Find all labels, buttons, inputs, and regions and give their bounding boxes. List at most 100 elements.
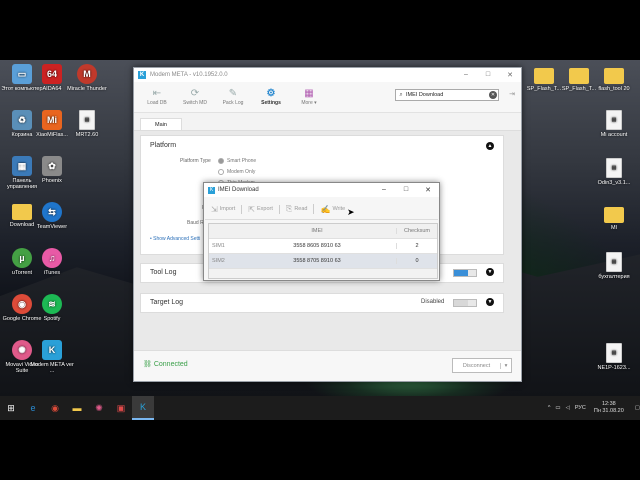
table-row[interactable]: SIM2 3558 8705 8910 63 0: [209, 254, 437, 269]
settings-label: Settings: [261, 100, 281, 106]
show-advanced-link[interactable]: • Show Advanced Setti: [150, 236, 200, 242]
chevron-down-icon[interactable]: ▼: [486, 298, 494, 306]
screen-recorder-taskbar-icon[interactable]: ▣: [110, 396, 132, 420]
write-label: Write: [332, 206, 346, 212]
miracle-thunder-icon[interactable]: M Miracle Thunder: [65, 64, 109, 92]
modem-meta-icon[interactable]: K Modem META ver ...: [30, 340, 74, 374]
volume-icon[interactable]: ◁: [566, 405, 570, 411]
window-title: Modem META - v10.1952.0.0: [150, 72, 228, 78]
spotify-icon[interactable]: ≋ Spotify: [30, 294, 74, 322]
switch-md-button[interactable]: ⟳ Switch MD: [176, 88, 214, 106]
movavi-taskbar-icon[interactable]: ✺: [88, 396, 110, 420]
column-header-checksum: Checksum: [396, 228, 437, 234]
chrome-taskbar-icon[interactable]: ◉: [44, 396, 66, 420]
more-button[interactable]: ▦ More ▾: [290, 88, 328, 106]
chevron-down-icon[interactable]: ▾: [500, 362, 511, 369]
load-db-icon: ⇤: [152, 88, 162, 99]
dialog-app-icon: K: [208, 186, 215, 194]
radio-modem-only[interactable]: [218, 169, 224, 175]
language-indicator[interactable]: РУС: [575, 405, 586, 411]
teamviewer-label: TeamViewer: [36, 224, 68, 230]
app-icon: K: [138, 71, 146, 79]
imei-cell[interactable]: 3558 8705 8910 63: [238, 258, 396, 264]
tool-log-toggle[interactable]: [453, 269, 477, 277]
modem-only-label: Modem Only: [227, 169, 256, 175]
import-button[interactable]: ⇲ Import: [205, 204, 243, 214]
odin-glyph: ▤: [606, 158, 622, 178]
edge-taskbar-icon[interactable]: e: [22, 396, 44, 420]
chevron-down-icon[interactable]: ▼: [486, 268, 494, 276]
side-panel-icon[interactable]: ⇥: [509, 90, 515, 98]
show-hidden-icons-icon[interactable]: ^: [548, 405, 551, 411]
mi-folder-glyph: [604, 207, 624, 223]
flash-tool-icon[interactable]: flash_tool 20: [592, 66, 636, 92]
accounting-icon[interactable]: ▤ бухгалтерия: [592, 252, 636, 280]
mi-folder-icon[interactable]: MI: [592, 205, 636, 231]
network-icon[interactable]: ▭: [555, 405, 560, 411]
platform-type-label: Platform Type: [180, 158, 211, 164]
sim-label: SIM1: [212, 243, 225, 249]
itunes-icon[interactable]: ♫ iTunes: [30, 248, 74, 276]
maximize-button[interactable]: □: [477, 71, 499, 79]
chevron-up-icon[interactable]: ▲: [486, 142, 494, 150]
radio-smart-phone[interactable]: [218, 158, 224, 164]
dialog-minimize-button[interactable]: –: [373, 186, 395, 194]
table-header: IMEI Checksum: [209, 224, 437, 239]
recycle-bin-glyph: ♻: [12, 110, 32, 130]
odin-icon[interactable]: ▤ Odin3_v3.1...: [592, 158, 636, 186]
ne1p-icon[interactable]: ▤ NE1P-1623...: [592, 343, 636, 371]
accounting-glyph: ▤: [606, 252, 622, 272]
read-button[interactable]: ⎘ Read: [280, 204, 315, 214]
teamviewer-icon[interactable]: ⇆ TeamViewer: [30, 202, 74, 230]
target-log-toggle[interactable]: [453, 299, 477, 307]
spotify-label: Spotify: [43, 316, 61, 322]
export-button[interactable]: ⇱ Export: [242, 204, 280, 214]
load-db-button[interactable]: ⇤ Load DB: [138, 88, 176, 106]
clock-time: 12:38: [601, 401, 616, 407]
imei-cell[interactable]: 3558 8605 8910 63: [238, 243, 396, 249]
search-input[interactable]: ⌕ IMEI Download ✕: [395, 89, 499, 101]
sp-flash-2-glyph: [569, 68, 589, 84]
flash-tool-label: flash_tool 20: [598, 86, 630, 92]
notifications-icon[interactable]: ▢: [635, 405, 640, 411]
flash-tool-glyph: [604, 68, 624, 84]
read-icon: ⎘: [285, 204, 293, 213]
horizontal-scrollbar[interactable]: [209, 269, 437, 278]
table-row[interactable]: SIM1 3558 8605 8910 63 2: [209, 239, 437, 254]
mi-account-icon[interactable]: ▤ Mi account: [592, 110, 636, 138]
phoenix-glyph: ✿: [42, 156, 62, 176]
sim-label: SIM2: [212, 258, 225, 264]
modem-meta-glyph: K: [42, 340, 62, 360]
taskbar: ⊞ e ◉ ▬ ✺ ▣ K ^ ▭ ◁ РУС 12:38 Пн 31.08.2…: [0, 396, 640, 420]
more-label: More: [301, 100, 313, 106]
target-log-title: Target Log: [150, 299, 184, 306]
mouse-cursor-icon: ➤: [347, 207, 355, 217]
modem-meta-taskbar-icon[interactable]: K: [132, 396, 154, 420]
mi-folder-label: MI: [610, 225, 618, 231]
start-button[interactable]: ⊞: [0, 396, 22, 420]
option-smart-phone[interactable]: Smart Phone: [218, 158, 256, 164]
mrt-glyph: ▤: [79, 110, 95, 130]
phoenix-label: Phoenix: [42, 178, 62, 184]
pack-log-button[interactable]: ✎ Pack Log: [214, 88, 252, 106]
dialog-maximize-button[interactable]: □: [395, 186, 417, 194]
export-label: Export: [257, 206, 273, 212]
connection-status: ⛓ Connected: [143, 360, 188, 368]
column-header-imei: IMEI: [311, 228, 323, 234]
spotify-glyph: ≋: [42, 294, 62, 314]
phoenix-icon[interactable]: ✿ Phoenix: [30, 156, 74, 184]
close-button[interactable]: ✕: [499, 71, 521, 79]
disconnect-button[interactable]: Disconnect ▾: [452, 358, 512, 373]
dialog-close-button[interactable]: ✕: [417, 186, 439, 194]
minimize-button[interactable]: –: [455, 71, 477, 79]
tab-main[interactable]: Main: [140, 118, 182, 130]
clock[interactable]: 12:38 Пн 31.08.20: [594, 401, 624, 415]
mrt-icon[interactable]: ▤ MRT2.60: [65, 110, 109, 138]
settings-button[interactable]: ⚙ Settings: [252, 88, 290, 106]
search-icon: ⌕: [399, 91, 403, 98]
write-button[interactable]: ✍ Write: [314, 205, 351, 214]
clear-search-icon[interactable]: ✕: [489, 91, 497, 99]
explorer-taskbar-icon[interactable]: ▬: [66, 396, 88, 420]
option-modem-only[interactable]: Modem Only: [218, 169, 255, 175]
letterbox-top: [0, 0, 640, 60]
